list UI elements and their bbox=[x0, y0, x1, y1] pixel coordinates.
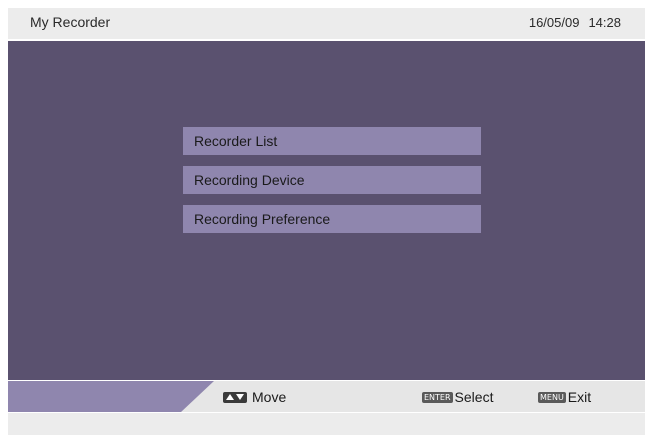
footer-accent bbox=[8, 381, 214, 412]
move-label: Move bbox=[252, 389, 287, 405]
recorder-screen: My Recorder 16/05/09 14:28 Recorder List … bbox=[8, 8, 645, 435]
menu-item-recording-device[interactable]: Recording Device bbox=[183, 166, 481, 194]
move-hint: Move bbox=[223, 389, 286, 405]
time-text: 14:28 bbox=[588, 15, 621, 30]
menu-item-recording-preference[interactable]: Recording Preference bbox=[183, 205, 481, 233]
title-bar: My Recorder 16/05/09 14:28 bbox=[8, 8, 645, 41]
select-hint: ENTER Select bbox=[422, 389, 493, 405]
up-down-arrows-icon bbox=[223, 391, 247, 403]
recorder-menu: Recorder List Recording Device Recording… bbox=[183, 127, 481, 244]
exit-hint: MENU Exit bbox=[538, 389, 591, 405]
menu-key-icon: MENU bbox=[538, 391, 566, 403]
menu-item-recorder-list[interactable]: Recorder List bbox=[183, 127, 481, 155]
exit-label: Exit bbox=[567, 389, 592, 405]
bottom-bar bbox=[8, 413, 645, 435]
date-text: 16/05/09 bbox=[528, 15, 580, 30]
app-title: My Recorder bbox=[30, 14, 111, 30]
select-label: Select bbox=[454, 389, 494, 405]
enter-key-icon: ENTER bbox=[422, 391, 453, 403]
main-area: Recorder List Recording Device Recording… bbox=[8, 41, 645, 380]
date-time-display: 16/05/09 14:28 bbox=[529, 15, 621, 30]
hint-bar: Move ENTER Select MENU Exit bbox=[8, 381, 645, 412]
